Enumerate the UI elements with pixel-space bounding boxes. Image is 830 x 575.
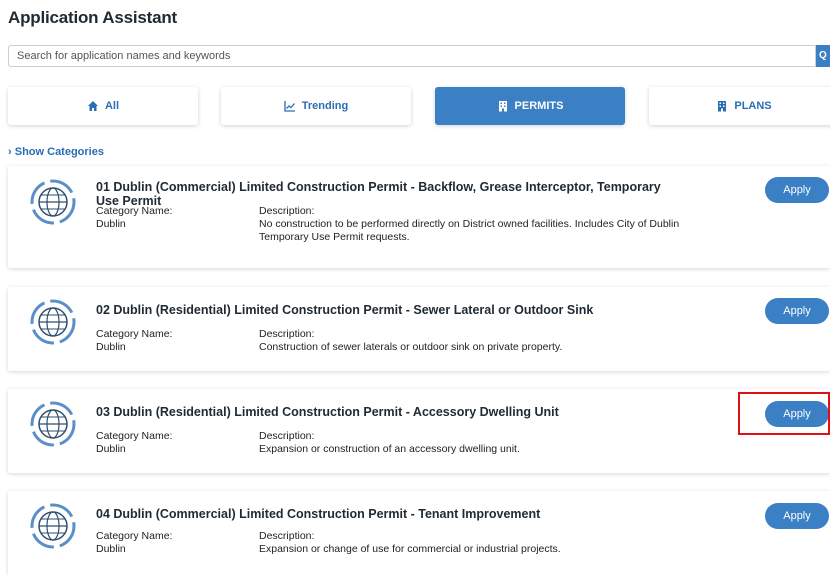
tab-permits[interactable]: PERMITS: [435, 87, 625, 125]
search-button[interactable]: Q: [816, 45, 830, 67]
globe-cycle-icon: [30, 503, 76, 549]
category-name-label: Category Name:: [96, 430, 173, 442]
apply-button[interactable]: Apply: [765, 177, 829, 203]
category-name-label: Category Name:: [96, 328, 173, 340]
apply-button[interactable]: Apply: [765, 298, 829, 324]
description-value: Expansion or change of use for commercia…: [259, 543, 561, 555]
globe-cycle-icon: [30, 401, 76, 447]
application-card: 02 Dublin (Residential) Limited Construc…: [8, 287, 830, 371]
show-categories-label: Show Categories: [14, 146, 104, 158]
tab-trending-label: Trending: [301, 100, 349, 112]
description-label: Description:: [259, 205, 315, 217]
application-title[interactable]: 03 Dublin (Residential) Limited Construc…: [96, 405, 676, 419]
tab-all-label: All: [104, 100, 120, 112]
category-tabs: All Trending PERMITS PLANS: [8, 87, 830, 127]
trending-chart-icon: [284, 101, 295, 112]
tab-all[interactable]: All: [8, 87, 198, 125]
chevron-right-icon: ›: [8, 146, 12, 158]
building-icon: [718, 101, 727, 112]
page-title: Application Assistant: [8, 8, 177, 27]
globe-cycle-icon: [30, 299, 76, 345]
tab-permits-label: PERMITS: [514, 100, 564, 112]
search-input[interactable]: [8, 45, 816, 67]
globe-cycle-icon: [30, 179, 76, 225]
tab-trending[interactable]: Trending: [221, 87, 411, 125]
category-name-value: Dublin: [96, 543, 126, 555]
search-bar: Q: [8, 45, 830, 69]
show-categories-link[interactable]: › Show Categories: [8, 146, 104, 158]
application-card: 03 Dublin (Residential) Limited Construc…: [8, 389, 830, 473]
application-card: 01 Dublin (Commercial) Limited Construct…: [8, 166, 830, 268]
description-value: No construction to be performed directly…: [259, 218, 680, 243]
description-value: Construction of sewer laterals or outdoo…: [259, 341, 563, 353]
highlight-box: [738, 392, 830, 435]
tab-plans-label: PLANS: [734, 100, 772, 112]
description-label: Description:: [259, 430, 315, 442]
category-name-value: Dublin: [96, 341, 126, 353]
application-title[interactable]: 04 Dublin (Commercial) Limited Construct…: [96, 507, 676, 521]
category-name-value: Dublin: [96, 218, 126, 230]
description-label: Description:: [259, 530, 315, 542]
category-name-label: Category Name:: [96, 530, 173, 542]
application-title[interactable]: 02 Dublin (Residential) Limited Construc…: [96, 303, 676, 317]
application-card: 04 Dublin (Commercial) Limited Construct…: [8, 491, 830, 575]
tab-plans[interactable]: PLANS: [649, 87, 830, 125]
home-icon: [87, 101, 98, 111]
description-label: Description:: [259, 328, 315, 340]
apply-button[interactable]: Apply: [765, 503, 829, 529]
category-name-label: Category Name:: [96, 205, 173, 217]
description-value: Expansion or construction of an accessor…: [259, 443, 520, 455]
application-title[interactable]: 01 Dublin (Commercial) Limited Construct…: [96, 180, 676, 208]
category-name-value: Dublin: [96, 443, 126, 455]
search-icon: Q: [819, 50, 827, 61]
building-icon: [498, 101, 507, 112]
